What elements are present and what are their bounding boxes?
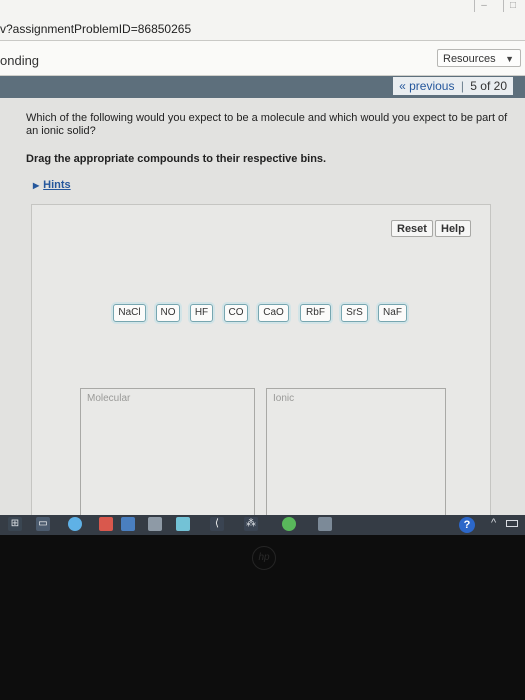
resources-label: Resources <box>443 53 496 65</box>
app-icon-blue[interactable] <box>121 517 135 531</box>
compound-chip-no[interactable]: NO <box>156 304 180 322</box>
app-icon-arrow[interactable]: ⟨ <box>210 517 224 531</box>
help-button[interactable]: Help <box>435 220 471 237</box>
browser-address-bar[interactable]: v?assignmentProblemID=86850265 – □ <box>0 0 525 41</box>
ionic-bin[interactable]: Ionic <box>266 388 446 528</box>
url-text[interactable]: v?assignmentProblemID=86850265 <box>0 22 191 36</box>
hp-logo: hp <box>252 546 276 570</box>
compound-chip-nacl[interactable]: NaCl <box>113 304 146 322</box>
tray-up-icon[interactable]: ^ <box>491 517 496 529</box>
compound-chip-srs[interactable]: SrS <box>341 304 368 322</box>
app-icon-red[interactable] <box>99 517 113 531</box>
browser-icon[interactable] <box>68 517 82 531</box>
hints-toggle[interactable]: ▶ Hints <box>33 179 71 191</box>
problem-nav-bar: « previous | 5 of 20 | <box>0 76 525 111</box>
caret-right-icon: ▶ <box>33 181 40 190</box>
minimize-icon[interactable]: – <box>474 0 493 12</box>
battery-icon[interactable] <box>506 520 518 527</box>
pager: « previous | 5 of 20 | <box>393 77 513 111</box>
reset-button[interactable]: Reset <box>391 220 433 237</box>
task-view-icon[interactable]: ▭ <box>36 517 50 531</box>
compound-chip-co[interactable]: CO <box>224 304 248 322</box>
store-icon[interactable] <box>176 517 190 531</box>
screen: v?assignmentProblemID=86850265 – □ ondin… <box>0 0 525 535</box>
maximize-icon[interactable]: □ <box>503 0 522 12</box>
molecular-bin[interactable]: Molecular <box>80 388 255 528</box>
pager-separator: | <box>460 79 464 93</box>
app-icon-dots[interactable]: ⁂ <box>244 517 258 531</box>
ionic-bin-label: Ionic <box>273 393 295 404</box>
app-icon-green[interactable] <box>282 517 296 531</box>
compound-chip-naf[interactable]: NaF <box>378 304 407 322</box>
resources-dropdown[interactable]: Resources ▼ <box>437 49 521 67</box>
compound-chip-rbf[interactable]: RbF <box>300 304 331 322</box>
windows-start-icon[interactable]: ⊞ <box>8 517 22 531</box>
course-title: onding <box>0 53 40 68</box>
compound-chip-cao[interactable]: CaO <box>258 304 289 322</box>
file-explorer-icon[interactable] <box>148 517 162 531</box>
hints-label: Hints <box>43 179 71 191</box>
molecular-bin-label: Molecular <box>87 393 131 404</box>
previous-link[interactable]: « previous <box>399 79 454 93</box>
chevron-down-icon: ▼ <box>505 54 514 64</box>
help-icon[interactable]: ? <box>459 517 475 533</box>
photos-icon[interactable] <box>318 517 332 531</box>
compound-chip-hf[interactable]: HF <box>190 304 213 322</box>
question-text: Which of the following would you expect … <box>26 112 508 137</box>
page-indicator: 5 of 20 <box>470 79 507 93</box>
instruction-text: Drag the appropriate compounds to their … <box>26 153 327 165</box>
